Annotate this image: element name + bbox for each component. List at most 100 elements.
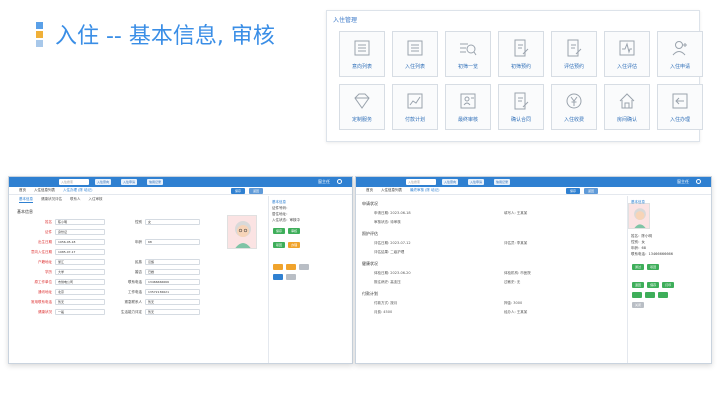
back-button[interactable]: 返回: [584, 188, 598, 194]
sidebar-button[interactable]: 驳回: [273, 242, 286, 248]
subtab-basic[interactable]: 基本信息: [19, 197, 33, 203]
field-input[interactable]: 1956-05-18: [55, 239, 105, 245]
reject-button[interactable]: 驳回: [647, 264, 660, 270]
save-button[interactable]: 保存: [647, 282, 660, 288]
section-title: 申请状况: [362, 201, 378, 206]
field-input[interactable]: 暂无: [145, 299, 200, 305]
menu-tile[interactable]: 付款计划: [392, 84, 438, 130]
menu-tile[interactable]: 入住收费: [551, 84, 597, 130]
sidebar-button-extra[interactable]: [273, 264, 283, 270]
info-cell: 体检日期: 2023-06-20: [374, 271, 411, 275]
sidebar-button-extra[interactable]: [285, 274, 296, 280]
field-input[interactable]: 已婚: [145, 269, 200, 275]
review-section: 申请状况 申请日期: 2023-06-18 填写人: 王某某 审核状态: 待审核: [356, 201, 626, 227]
menu-tile[interactable]: 初筛预约: [498, 31, 544, 77]
tab-home[interactable]: 首页: [366, 188, 373, 193]
field-label: 工作电话: [128, 289, 142, 294]
credit-button[interactable]: 信用记录: [494, 179, 511, 185]
field-input[interactable]: 汉族: [145, 259, 200, 265]
sidebar-button-extra[interactable]: [644, 292, 655, 298]
field-input[interactable]: 一般: [55, 309, 105, 315]
diamond-icon: [354, 93, 370, 109]
apply-button[interactable]: 入住申请: [468, 179, 485, 185]
search-input[interactable]: 入住搜索: [406, 179, 436, 185]
field-input[interactable]: 暂无: [145, 309, 200, 315]
bell-icon[interactable]: [696, 179, 701, 184]
return-button[interactable]: 退回: [632, 282, 645, 288]
field-label: 常用联系电话: [31, 299, 52, 304]
info-cell: 评估员: 李某某: [504, 241, 528, 245]
field-input[interactable]: 女: [145, 219, 200, 225]
sidebar-button-extra[interactable]: [298, 264, 309, 270]
tab-list[interactable]: 入住信息列表: [381, 188, 402, 193]
sidebar-button[interactable]: 保存: [273, 228, 286, 234]
info-row: 审核状态: 待审核: [356, 218, 626, 227]
info-row: 付款方式: 按月 押金: 3000: [356, 299, 626, 308]
tab-current[interactable]: 最终审核 (陈 培记): [410, 188, 439, 193]
field-input[interactable]: 北京: [55, 289, 105, 295]
menu-tile[interactable]: 入住申请: [657, 31, 703, 77]
credit-button[interactable]: 信用记录: [147, 179, 164, 185]
sidebar-button-extra[interactable]: [657, 292, 668, 298]
menu-tile[interactable]: 确认合同: [498, 84, 544, 130]
menu-tile[interactable]: 最终审核: [445, 84, 491, 130]
approve-button[interactable]: 通过: [632, 264, 645, 270]
sidebar-button[interactable]: 审核: [288, 228, 301, 234]
field-input[interactable]: 市供电公司: [55, 279, 105, 285]
bell-icon[interactable]: [337, 179, 342, 184]
field-label: 年龄: [135, 239, 142, 244]
menu-tile[interactable]: 入住列表: [392, 31, 438, 77]
sidebar-line: 联系电话：13466666666: [631, 252, 673, 256]
menu-tile[interactable]: 初筛一览: [445, 31, 491, 77]
tab-current[interactable]: 入住办理 (陈 培记): [63, 188, 92, 193]
menu-tile[interactable]: 评估预约: [551, 31, 597, 77]
field-input[interactable]: 13572136621: [145, 289, 200, 295]
page-tabs: 首页 入住信息列表 最终审核 (陈 培记) 保存 返回: [356, 187, 711, 195]
info-row: 评估日期: 2023-07-12 评估员: 李某某: [356, 239, 626, 248]
menu-tile[interactable]: 入住评估: [604, 31, 650, 77]
info-cell: 押金: 3000: [504, 301, 523, 305]
save-button[interactable]: 保存: [566, 188, 580, 194]
subtab-review[interactable]: 入住审核: [89, 197, 103, 203]
intent-button[interactable]: 入住意向: [442, 179, 459, 185]
field-input[interactable]: 13466666666: [145, 279, 200, 285]
menu-grid: 意向列表 入住列表 初筛一览 初筛预约 评估预约 入住评估 入住申请定制服务 付款计划 最终审核…: [339, 31, 703, 130]
field-input[interactable]: 浙江: [55, 259, 105, 265]
user-name[interactable]: 窗主任: [318, 179, 330, 185]
back-button[interactable]: 返回: [249, 188, 263, 194]
print-button[interactable]: 打印: [662, 282, 675, 288]
page-tabs: 首页 入住信息列表 入住办理 (陈 培记) 保存 返回: [9, 187, 352, 195]
menu-tile[interactable]: 定制服务: [339, 84, 385, 130]
pulse-icon: [619, 40, 635, 56]
menu-tile[interactable]: 入住办理: [657, 84, 703, 130]
form-row: 通讯地址 北京 工作电话 13572136621: [15, 287, 270, 297]
field-input[interactable]: 1985-07-17: [55, 249, 105, 255]
info-cell: 填写人: 王某某: [504, 211, 528, 215]
intent-button[interactable]: 入住意向: [95, 179, 112, 185]
tab-list[interactable]: 入住信息列表: [34, 188, 55, 193]
top-bar: 入住搜索 入住意向 入住申请 信用记录 窗主任: [9, 177, 352, 187]
menu-tile[interactable]: 意向列表: [339, 31, 385, 77]
sidebar-button-extra[interactable]: [285, 264, 296, 270]
review-sections: 申请状况 申请日期: 2023-06-18 填写人: 王某某 审核状态: 待审核 照护评…: [356, 197, 626, 317]
menu-tile[interactable]: 房间确认: [604, 84, 650, 130]
subtab-health[interactable]: 健康状况评估: [41, 197, 62, 203]
menu-tile-label: 入住收费: [563, 117, 584, 123]
section-title: 付款计划: [362, 291, 378, 296]
field-label: 意向入住日期: [31, 249, 52, 254]
tab-home[interactable]: 首页: [19, 188, 26, 193]
sidebar-button-extra[interactable]: [273, 274, 283, 280]
field-input[interactable]: 身份证: [55, 229, 105, 235]
sidebar-button[interactable]: 办理: [288, 242, 301, 248]
save-button[interactable]: 保存: [231, 188, 245, 194]
sidebar-button-extra[interactable]: [632, 292, 642, 298]
field-input[interactable]: 暂无: [55, 299, 105, 305]
user-name[interactable]: 窗主任: [677, 179, 689, 185]
subtab-contacts[interactable]: 联系人: [70, 197, 81, 203]
search-input[interactable]: 入住搜索: [59, 179, 89, 185]
field-input[interactable]: 大学: [55, 269, 105, 275]
apply-button[interactable]: 入住申请: [121, 179, 138, 185]
close-button[interactable]: 关闭: [632, 302, 645, 308]
field-input[interactable]: 68: [145, 239, 200, 245]
field-input[interactable]: 陈小明: [55, 219, 105, 225]
